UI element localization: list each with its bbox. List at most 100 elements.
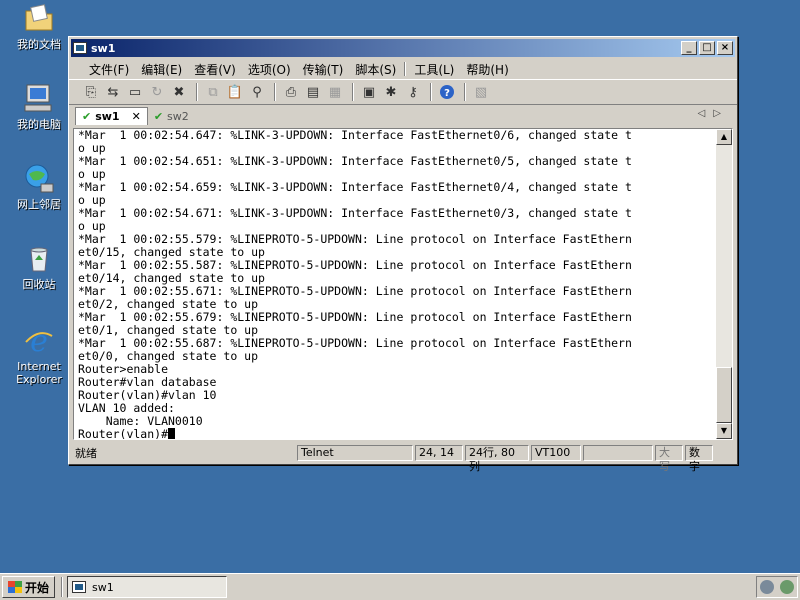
app-icon — [73, 42, 87, 54]
recycle-bin-icon — [23, 242, 55, 274]
copy-icon[interactable]: ⧉ — [203, 82, 223, 102]
session-tabbar: ✔ sw1 ✕ ✔ sw2 ◁▷ — [69, 105, 737, 125]
desktop-icon-internet-explorer[interactable]: e Internet Explorer — [8, 324, 70, 386]
toolbar-separator — [430, 83, 432, 101]
scroll-down-button[interactable]: ▼ — [716, 423, 732, 439]
disconnect-icon[interactable]: ✖ — [169, 82, 189, 102]
global-options-icon[interactable]: ✱ — [381, 82, 401, 102]
status-cursor-position: 24, 14 — [415, 445, 463, 461]
system-tray — [756, 576, 798, 598]
desktop-icon-my-computer[interactable]: 我的电脑 — [8, 82, 70, 131]
desktop-icon-label: 回收站 — [22, 278, 56, 291]
tab-sw2[interactable]: ✔ sw2 — [148, 107, 195, 125]
help-icon[interactable]: ? — [437, 82, 457, 102]
menu-edit[interactable]: 编辑(E) — [135, 61, 188, 78]
terminal-line: Name: VLAN0010 — [78, 414, 203, 428]
scroll-up-button[interactable]: ▲ — [716, 129, 732, 145]
session-options-icon[interactable]: ▣ — [359, 82, 379, 102]
securecrt-window: sw1 _ □ × 文件(F) 编辑(E) 查看(V) 选项(O) 传输(T) … — [68, 36, 738, 473]
folder-icon — [23, 2, 55, 34]
menu-view[interactable]: 查看(V) — [188, 61, 242, 78]
statusbar: 就绪 Telnet 24, 14 24行, 80列 VT100 大写 数字 — [71, 444, 735, 473]
terminal-line: et0/0, changed state to up — [78, 349, 259, 363]
menubar: 文件(F) 编辑(E) 查看(V) 选项(O) 传输(T) 脚本(S) 工具(L… — [69, 59, 737, 79]
quick-connect-icon[interactable]: ⇆ — [103, 82, 123, 102]
status-emulation: VT100 — [531, 445, 581, 461]
tab-label: sw1 — [95, 110, 120, 123]
tab-close-icon[interactable]: ✕ — [132, 110, 141, 123]
status-protocol: Telnet — [297, 445, 413, 461]
desktop-icon-label: 我的文档 — [17, 38, 61, 51]
minimize-button[interactable]: _ — [681, 41, 697, 55]
desktop-icon-label: 我的电脑 — [17, 118, 61, 131]
taskbar-item-label: sw1 — [92, 580, 114, 594]
menu-separator — [404, 62, 407, 76]
menu-transfer[interactable]: 传输(T) — [297, 61, 350, 78]
print-screen-icon[interactable]: ⎙ — [281, 82, 301, 102]
terminal-prompt: Router(vlan)# — [78, 427, 169, 440]
status-caps: 大写 — [655, 445, 683, 473]
desktop-icon-my-documents[interactable]: 我的文档 — [8, 2, 70, 51]
desktop-icon-label: 网上邻居 — [17, 198, 61, 211]
close-button[interactable]: × — [717, 41, 733, 55]
menu-file[interactable]: 文件(F) — [83, 61, 135, 78]
connected-check-icon: ✔ — [153, 109, 164, 123]
terminal-cursor — [168, 428, 176, 439]
window-titlebar[interactable]: sw1 _ □ × — [71, 39, 735, 57]
status-terminal-size: 24行, 80列 — [465, 445, 529, 473]
find-icon[interactable]: ⚲ — [247, 82, 267, 102]
toolbar-separator — [196, 83, 198, 101]
maximize-button[interactable]: □ — [699, 41, 715, 55]
terminal-output[interactable]: *Mar 1 00:02:54.647: %LINK-3-UPDOWN: Int… — [78, 129, 718, 439]
svg-text:e: e — [30, 324, 48, 356]
terminal-line: *Mar 1 00:02:54.647: %LINK-3-UPDOWN: Int… — [78, 129, 632, 142]
window-title: sw1 — [91, 41, 116, 55]
taskbar-separator — [61, 577, 64, 597]
computer-icon — [23, 82, 55, 114]
print-selection-icon[interactable]: ▤ — [303, 82, 323, 102]
terminal-area[interactable]: *Mar 1 00:02:54.647: %LINK-3-UPDOWN: Int… — [73, 128, 733, 440]
reconnect-icon[interactable]: ↻ — [147, 82, 167, 102]
desktop-icon-recycle-bin[interactable]: 回收站 — [8, 242, 70, 291]
tray-network-icon[interactable] — [780, 580, 794, 594]
toolbar: ⎘ ⇆ ▭ ↻ ✖ ⧉ 📋 ⚲ ⎙ ▤ ▦ ▣ ✱ ⚷ ? ▧ — [69, 79, 737, 105]
svg-text:?: ? — [444, 88, 450, 99]
scroll-thumb[interactable] — [716, 367, 732, 423]
terminal-line: *Mar 1 00:02:54.659: %LINK-3-UPDOWN: Int… — [78, 180, 632, 194]
network-icon — [23, 162, 55, 194]
connected-check-icon: ✔ — [82, 110, 92, 123]
keymap-icon[interactable]: ⚷ — [403, 82, 423, 102]
tab-scroll-arrows[interactable]: ◁▷ — [698, 108, 729, 119]
paste-icon[interactable]: 📋 — [225, 82, 245, 102]
connect-tab-icon[interactable]: ▭ — [125, 82, 145, 102]
menu-script[interactable]: 脚本(S) — [349, 61, 402, 78]
toolbar-separator — [352, 83, 354, 101]
desktop-icon-network[interactable]: 网上邻居 — [8, 162, 70, 211]
start-button[interactable]: 开始 — [2, 576, 56, 598]
status-num: 数字 — [685, 445, 713, 473]
taskbar-item-sw1[interactable]: sw1 — [67, 576, 228, 598]
taskbar: 开始 sw1 — [0, 573, 800, 600]
vertical-scrollbar[interactable]: ▲ ▼ — [716, 129, 732, 439]
app-icon — [72, 581, 87, 593]
terminal-line: *Mar 1 00:02:54.671: %LINK-3-UPDOWN: Int… — [78, 206, 632, 220]
map-icon[interactable]: ▧ — [471, 82, 491, 102]
menu-options[interactable]: 选项(O) — [242, 61, 297, 78]
tray-volume-icon[interactable] — [760, 580, 774, 594]
toolbar-separator — [464, 83, 466, 101]
toolbar-separator — [274, 83, 276, 101]
connect-icon[interactable]: ⎘ — [81, 82, 101, 102]
desktop-icon-label: Internet Explorer — [16, 360, 62, 386]
menu-tools[interactable]: 工具(L) — [408, 61, 460, 78]
print-icon[interactable]: ▦ — [325, 82, 345, 102]
start-label: 开始 — [25, 580, 50, 595]
windows-logo-icon — [8, 581, 22, 593]
status-ready: 就绪 — [75, 447, 97, 460]
internet-explorer-icon: e — [23, 324, 55, 359]
status-empty — [583, 445, 653, 461]
tab-label: sw2 — [167, 109, 189, 123]
tab-sw1[interactable]: ✔ sw1 ✕ — [75, 107, 148, 125]
menu-help[interactable]: 帮助(H) — [460, 61, 514, 78]
terminal-prompt-line: Router(vlan)# — [78, 428, 718, 439]
terminal-line: *Mar 1 00:02:54.651: %LINK-3-UPDOWN: Int… — [78, 154, 632, 168]
